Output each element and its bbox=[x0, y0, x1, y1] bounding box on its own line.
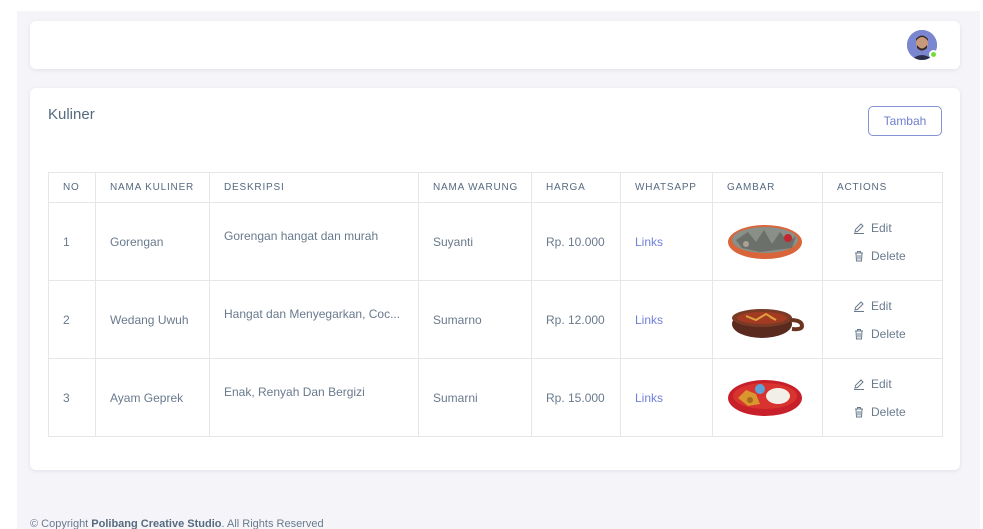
row-warung: Sumarno bbox=[418, 280, 532, 359]
pencil-icon bbox=[854, 378, 864, 390]
delete-button[interactable]: Delete bbox=[853, 249, 942, 263]
wedang-uwuh-food-image bbox=[732, 308, 804, 338]
footer-company: Polibang Creative Studio bbox=[91, 518, 222, 529]
edit-label: Edit bbox=[871, 376, 892, 391]
column-header-warung: NAMA WARUNG bbox=[418, 172, 532, 203]
delete-button[interactable]: Delete bbox=[853, 327, 942, 341]
column-header-actions: ACTIONS bbox=[822, 172, 943, 203]
whatsapp-link[interactable]: Links bbox=[635, 313, 663, 327]
delete-button[interactable]: Delete bbox=[853, 405, 942, 419]
trash-icon bbox=[855, 406, 863, 417]
pencil-icon bbox=[854, 300, 864, 312]
trash-icon bbox=[855, 250, 863, 261]
whatsapp-link[interactable]: Links bbox=[635, 235, 663, 249]
row-name: Ayam Geprek bbox=[95, 358, 210, 437]
table-row: 3 Ayam Geprek Enak, Renyah Dan Bergizi S… bbox=[48, 358, 943, 437]
row-warung: Suyanti bbox=[418, 202, 532, 281]
table-header-row: NO NAMA KULINER DESKRIPSI NAMA WARUNG HA… bbox=[48, 172, 943, 203]
add-button[interactable]: Tambah bbox=[868, 106, 942, 136]
online-status-dot bbox=[929, 50, 938, 59]
footer-suffix: . All Rights Reserved bbox=[221, 518, 324, 529]
column-header-price: HARGA bbox=[531, 172, 621, 203]
footer-copyright: © Copyright Polibang Creative Studio. Al… bbox=[30, 518, 324, 529]
row-description: Gorengan hangat dan murah bbox=[209, 202, 419, 281]
card-title: Kuliner bbox=[48, 106, 95, 123]
kuliner-card: Kuliner Tambah NO NAMA KULINER DESKRIPSI… bbox=[30, 88, 960, 470]
delete-label: Delete bbox=[871, 248, 906, 263]
table-row: 2 Wedang Uwuh Hangat dan Menyegarkan, Co… bbox=[48, 280, 943, 359]
column-header-description: DESKRIPSI bbox=[209, 172, 419, 203]
edit-label: Edit bbox=[871, 298, 892, 313]
edit-button[interactable]: Edit bbox=[853, 221, 942, 235]
column-header-name: NAMA KULINER bbox=[95, 172, 210, 203]
column-header-whatsapp: WHATSAPP bbox=[620, 172, 713, 203]
delete-label: Delete bbox=[871, 326, 906, 341]
row-no: 1 bbox=[48, 202, 96, 281]
row-price: Rp. 10.000 bbox=[531, 202, 621, 281]
kuliner-table: NO NAMA KULINER DESKRIPSI NAMA WARUNG HA… bbox=[48, 172, 943, 437]
pencil-icon bbox=[854, 222, 864, 234]
column-header-no: NO bbox=[48, 172, 96, 203]
row-description: Hangat dan Menyegarkan, Coc... bbox=[209, 280, 419, 359]
edit-button[interactable]: Edit bbox=[853, 299, 942, 313]
row-no: 2 bbox=[48, 280, 96, 359]
edit-button[interactable]: Edit bbox=[853, 377, 942, 391]
gorengan-food-image bbox=[728, 224, 802, 259]
column-header-image: GAMBAR bbox=[712, 172, 823, 203]
ayam-geprek-food-image bbox=[728, 379, 802, 416]
row-no: 3 bbox=[48, 358, 96, 437]
table-row: 1 Gorengan Gorengan hangat dan murah Suy… bbox=[48, 202, 943, 281]
delete-label: Delete bbox=[871, 404, 906, 419]
trash-icon bbox=[855, 328, 863, 339]
edit-label: Edit bbox=[871, 220, 892, 235]
row-price: Rp. 15.000 bbox=[531, 358, 621, 437]
row-name: Gorengan bbox=[95, 202, 210, 281]
whatsapp-link[interactable]: Links bbox=[635, 391, 663, 405]
user-avatar[interactable] bbox=[907, 30, 938, 60]
top-navbar bbox=[30, 21, 960, 69]
footer-prefix: © Copyright bbox=[30, 518, 92, 529]
row-name: Wedang Uwuh bbox=[95, 280, 210, 359]
row-price: Rp. 12.000 bbox=[531, 280, 621, 359]
row-description: Enak, Renyah Dan Bergizi bbox=[209, 358, 419, 437]
row-warung: Sumarni bbox=[418, 358, 532, 437]
